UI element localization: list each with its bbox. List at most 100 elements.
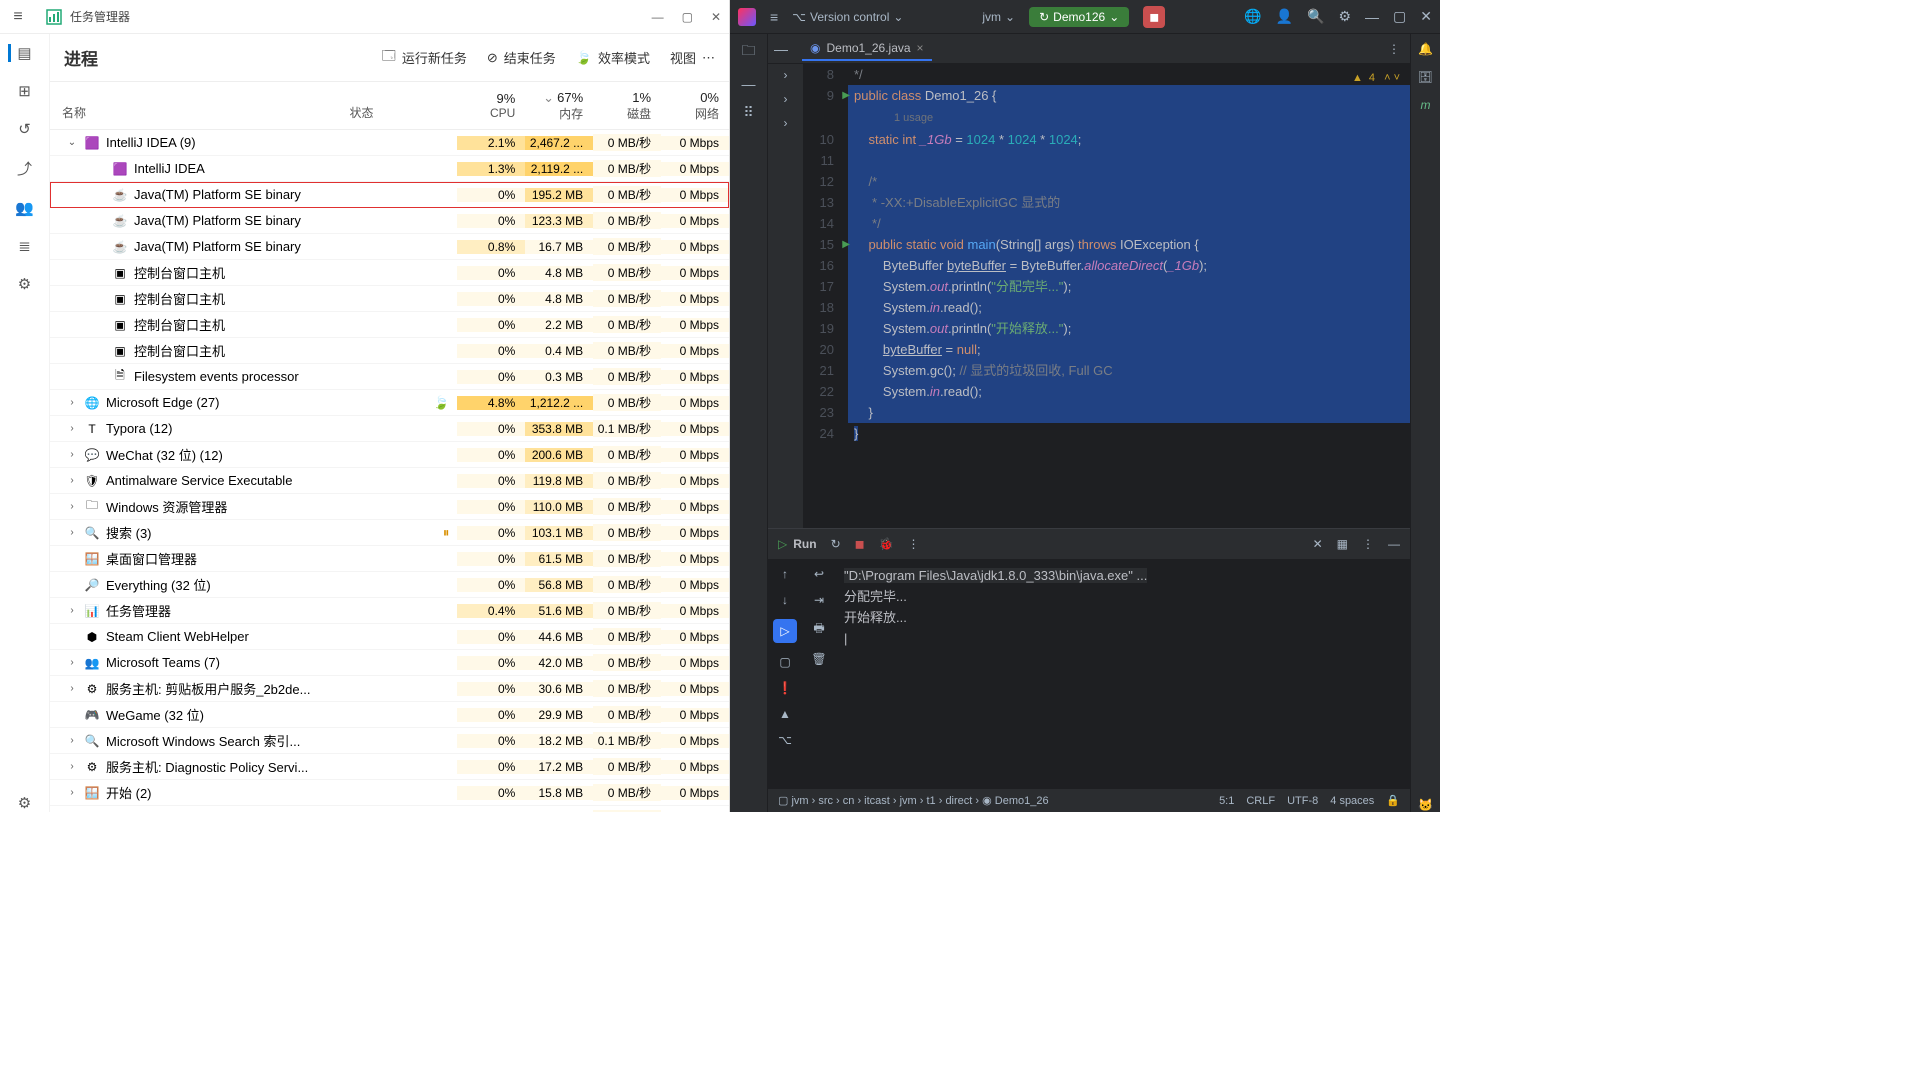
rail-performance-icon[interactable]: ⊞ bbox=[18, 82, 31, 100]
expand-chevron-icon[interactable]: › bbox=[66, 657, 78, 668]
hamburger-icon[interactable]: ≡ bbox=[8, 8, 28, 26]
options-icon[interactable]: ⋮ bbox=[1362, 537, 1374, 551]
table-row[interactable]: ›📊任务管理器0.4%51.6 MB0 MB/秒0 Mbps bbox=[50, 598, 729, 624]
table-row[interactable]: 🔎Everything (32 位)0%56.8 MB0 MB/秒0 Mbps bbox=[50, 572, 729, 598]
breadcrumbs[interactable]: ▢ jvm › src › cn › itcast › jvm › t1 › d… bbox=[778, 794, 1049, 807]
expand-icon[interactable]: › bbox=[784, 68, 788, 82]
rail-settings-icon[interactable]: ⚙ bbox=[18, 794, 31, 812]
expand-chevron-icon[interactable]: › bbox=[66, 787, 78, 798]
wrap-icon[interactable]: ↩ bbox=[814, 567, 824, 581]
table-row[interactable]: 🎮WeGame (32 位)0%29.9 MB0 MB/秒0 Mbps bbox=[50, 702, 729, 728]
table-row[interactable]: ☕Java(TM) Platform SE binary0%195.2 MB0 … bbox=[50, 182, 729, 208]
table-row[interactable]: ⌄🟪IntelliJ IDEA (9)2.1%2,467.2 ...0 MB/秒… bbox=[50, 130, 729, 156]
table-row[interactable]: ›🛡Antimalware Service Executable0%119.8 … bbox=[50, 468, 729, 494]
expand-icon[interactable]: › bbox=[784, 116, 788, 130]
run-config-button[interactable]: ↻ Demo126 ⌄ bbox=[1029, 7, 1129, 27]
maximize-button[interactable]: ▢ bbox=[682, 10, 693, 24]
layout-icon[interactable]: ▦ bbox=[1337, 537, 1348, 551]
table-row[interactable]: ▣控制台窗口主机0%4.8 MB0 MB/秒0 Mbps bbox=[50, 286, 729, 312]
table-row[interactable]: ⬢Steam (32 位)0%15.4 MB0.1 MB/秒0 Mbps bbox=[50, 806, 729, 812]
table-row[interactable]: ☕Java(TM) Platform SE binary0.8%16.7 MB0… bbox=[50, 234, 729, 260]
rail-services-icon[interactable]: ⚙ bbox=[18, 275, 31, 293]
col-mem-header[interactable]: ⌄67%内存 bbox=[525, 82, 593, 129]
tab-close-icon[interactable]: × bbox=[917, 41, 924, 55]
hide-icon[interactable]: — bbox=[1388, 537, 1400, 551]
inspection-widget[interactable]: ▲ 4 ˄ ˅ bbox=[1352, 68, 1400, 89]
expand-chevron-icon[interactable]: › bbox=[66, 475, 78, 486]
view-button[interactable]: 视图 ⋯ bbox=[670, 48, 715, 67]
caret-position[interactable]: 5:1 bbox=[1219, 795, 1234, 807]
breakpoint-gutter[interactable]: › › › bbox=[768, 64, 804, 528]
project-tool-icon[interactable]: 🗀 bbox=[742, 40, 756, 64]
table-row[interactable]: ›⚙服务主机: 剪贴板用户服务_2b2de...0%30.6 MB0 MB/秒0… bbox=[50, 676, 729, 702]
more-icon[interactable]: ⋮ bbox=[908, 537, 920, 551]
table-row[interactable]: 🗎Filesystem events processor0%0.3 MB0 MB… bbox=[50, 364, 729, 390]
table-row[interactable]: ▣控制台窗口主机0%0.4 MB0 MB/秒0 Mbps bbox=[50, 338, 729, 364]
maven-icon[interactable]: m bbox=[1421, 98, 1431, 112]
col-name-header[interactable]: 名称 bbox=[50, 82, 350, 129]
file-encoding[interactable]: UTF-8 bbox=[1287, 795, 1318, 807]
settings-icon[interactable]: ⚙ bbox=[1338, 8, 1351, 25]
stop-button[interactable]: ◼ bbox=[1143, 6, 1165, 28]
rail-history-icon[interactable]: ↺ bbox=[18, 120, 31, 138]
rerun-icon[interactable]: ↻ bbox=[831, 537, 841, 551]
expand-chevron-icon[interactable]: › bbox=[66, 527, 78, 538]
cat-icon[interactable]: 🐱 bbox=[1418, 798, 1433, 812]
warn-tool-icon[interactable]: ❗ bbox=[778, 681, 793, 695]
rail-details-icon[interactable]: ≣ bbox=[18, 237, 31, 255]
close-run-icon[interactable]: ✕ bbox=[1313, 537, 1323, 551]
expand-chevron-icon[interactable]: › bbox=[66, 735, 78, 746]
expand-chevron-icon[interactable]: › bbox=[66, 761, 78, 772]
table-row[interactable]: ›🪟开始 (2)0%15.8 MB0 MB/秒0 Mbps bbox=[50, 780, 729, 806]
table-row[interactable]: 🟪IntelliJ IDEA1.3%2,119.2 ...0 MB/秒0 Mbp… bbox=[50, 156, 729, 182]
vcs-tool-icon[interactable]: ⌥ bbox=[778, 733, 792, 747]
table-row[interactable]: ›🌐Microsoft Edge (27)🍃4.8%1,212.2 ...0 M… bbox=[50, 390, 729, 416]
efficiency-mode-button[interactable]: 🍃 效率模式 bbox=[576, 48, 650, 67]
expand-chevron-icon[interactable]: › bbox=[66, 501, 78, 512]
layout-tool-icon[interactable]: ▢ bbox=[779, 655, 790, 669]
rail-processes-icon[interactable]: ▤ bbox=[8, 44, 31, 62]
minimize-tool-icon[interactable]: — bbox=[774, 41, 788, 57]
up-icon[interactable]: ↑ bbox=[782, 567, 788, 581]
trash-icon[interactable]: 🗑 bbox=[811, 652, 826, 666]
main-menu-icon[interactable]: ≡ bbox=[770, 9, 778, 25]
print-icon[interactable]: 🖶 bbox=[813, 619, 824, 640]
expand-chevron-icon[interactable]: › bbox=[66, 423, 78, 434]
col-cpu-header[interactable]: 9%CPU bbox=[457, 82, 525, 129]
search-icon[interactable]: 🔍 bbox=[1307, 8, 1324, 25]
table-row[interactable]: ›TTypora (12)0%353.8 MB0.1 MB/秒0 Mbps bbox=[50, 416, 729, 442]
run-new-task-button[interactable]: 🗔 运行新任务 bbox=[382, 47, 467, 69]
database-icon[interactable]: 🗄 bbox=[1418, 70, 1433, 84]
structure-tool-icon[interactable]: ⠿ bbox=[743, 104, 753, 121]
tab-more-icon[interactable]: ⋮ bbox=[1388, 42, 1400, 56]
line-separator[interactable]: CRLF bbox=[1246, 795, 1275, 807]
project-selector[interactable]: jvm ⌄ bbox=[982, 10, 1015, 24]
table-row[interactable]: ☕Java(TM) Platform SE binary0%123.3 MB0 … bbox=[50, 208, 729, 234]
expand-icon[interactable]: › bbox=[784, 92, 788, 106]
table-row[interactable]: ›💬WeChat (32 位) (12)0%200.6 MB0 MB/秒0 Mb… bbox=[50, 442, 729, 468]
rail-startup-icon[interactable]: ⤴ bbox=[17, 158, 32, 179]
table-row[interactable]: ›🔍搜索 (3)⏸0%103.1 MB0 MB/秒0 Mbps bbox=[50, 520, 729, 546]
minimize-icon[interactable]: — bbox=[1365, 9, 1379, 25]
down-icon[interactable]: ↓ bbox=[782, 593, 788, 607]
run-tab[interactable]: ▷Run bbox=[778, 537, 817, 551]
collapse-icon[interactable]: — bbox=[742, 76, 756, 92]
rail-users-icon[interactable]: 👥 bbox=[15, 199, 34, 217]
console-output[interactable]: "D:\Program Files\Java\jdk1.8.0_333\bin\… bbox=[836, 559, 1410, 788]
close-button[interactable]: ✕ bbox=[711, 10, 721, 24]
table-row[interactable]: ›👥Microsoft Teams (7)0%42.0 MB0 MB/秒0 Mb… bbox=[50, 650, 729, 676]
scroll-icon[interactable]: ⇥ bbox=[814, 593, 824, 607]
vcs-widget[interactable]: ⌥ Version control ⌄ bbox=[792, 10, 903, 24]
exit-tool-icon[interactable]: ▲ bbox=[779, 707, 791, 721]
col-disk-header[interactable]: 1%磁盘 bbox=[593, 82, 661, 129]
expand-chevron-icon[interactable]: › bbox=[66, 605, 78, 616]
col-status-header[interactable]: 状态 bbox=[350, 82, 458, 129]
close-icon[interactable]: ✕ bbox=[1420, 8, 1432, 25]
expand-chevron-icon[interactable]: ⌄ bbox=[66, 137, 78, 148]
expand-chevron-icon[interactable]: › bbox=[66, 449, 78, 460]
end-task-button[interactable]: ⊘ 结束任务 bbox=[487, 48, 556, 67]
table-row[interactable]: ▣控制台窗口主机0%2.2 MB0 MB/秒0 Mbps bbox=[50, 312, 729, 338]
table-row[interactable]: ›🔍Microsoft Windows Search 索引...0%18.2 M… bbox=[50, 728, 729, 754]
minimize-button[interactable]: — bbox=[652, 10, 664, 24]
translate-icon[interactable]: 🌐 bbox=[1244, 8, 1261, 25]
